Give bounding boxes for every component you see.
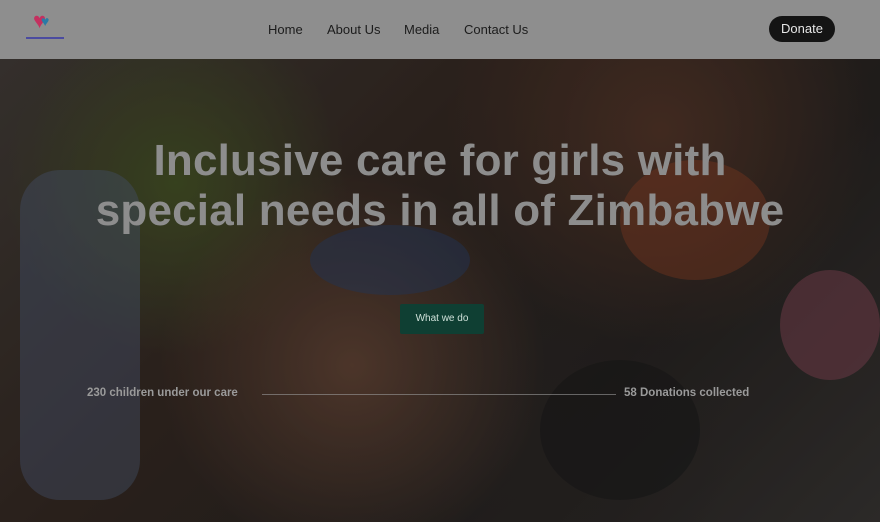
site-navbar: ♥ ♥ Home About Us Media Contact Us Donat…	[0, 0, 880, 59]
hero-headline-line-2: special needs in all of Zimbabwe	[95, 186, 785, 235]
stats-divider-line	[262, 394, 616, 395]
donations-count-stat: 58 Donations collected	[624, 387, 750, 399]
what-we-do-button[interactable]: What we do	[400, 304, 484, 334]
nav-home[interactable]: Home	[268, 22, 303, 37]
hero-headline-line-1: Inclusive care for girls with	[153, 136, 727, 185]
hero-photo-region	[780, 270, 880, 380]
logo[interactable]: ♥ ♥	[26, 10, 66, 42]
hero-background-image	[0, 0, 880, 522]
hero-photo-region	[540, 360, 700, 500]
nav-about-us[interactable]: About Us	[327, 22, 380, 37]
stats-bar: 230 children under our care 58 Donations…	[0, 384, 880, 404]
hand-icon: ♥	[41, 13, 50, 29]
donate-button[interactable]: Donate	[769, 16, 835, 42]
children-count-stat: 230 children under our care	[87, 387, 238, 399]
hero-headline: Inclusive care for girls with special ne…	[40, 136, 840, 236]
nav-contact-us[interactable]: Contact Us	[464, 22, 528, 37]
nav-media[interactable]: Media	[404, 22, 439, 37]
logo-text-line	[26, 37, 64, 39]
